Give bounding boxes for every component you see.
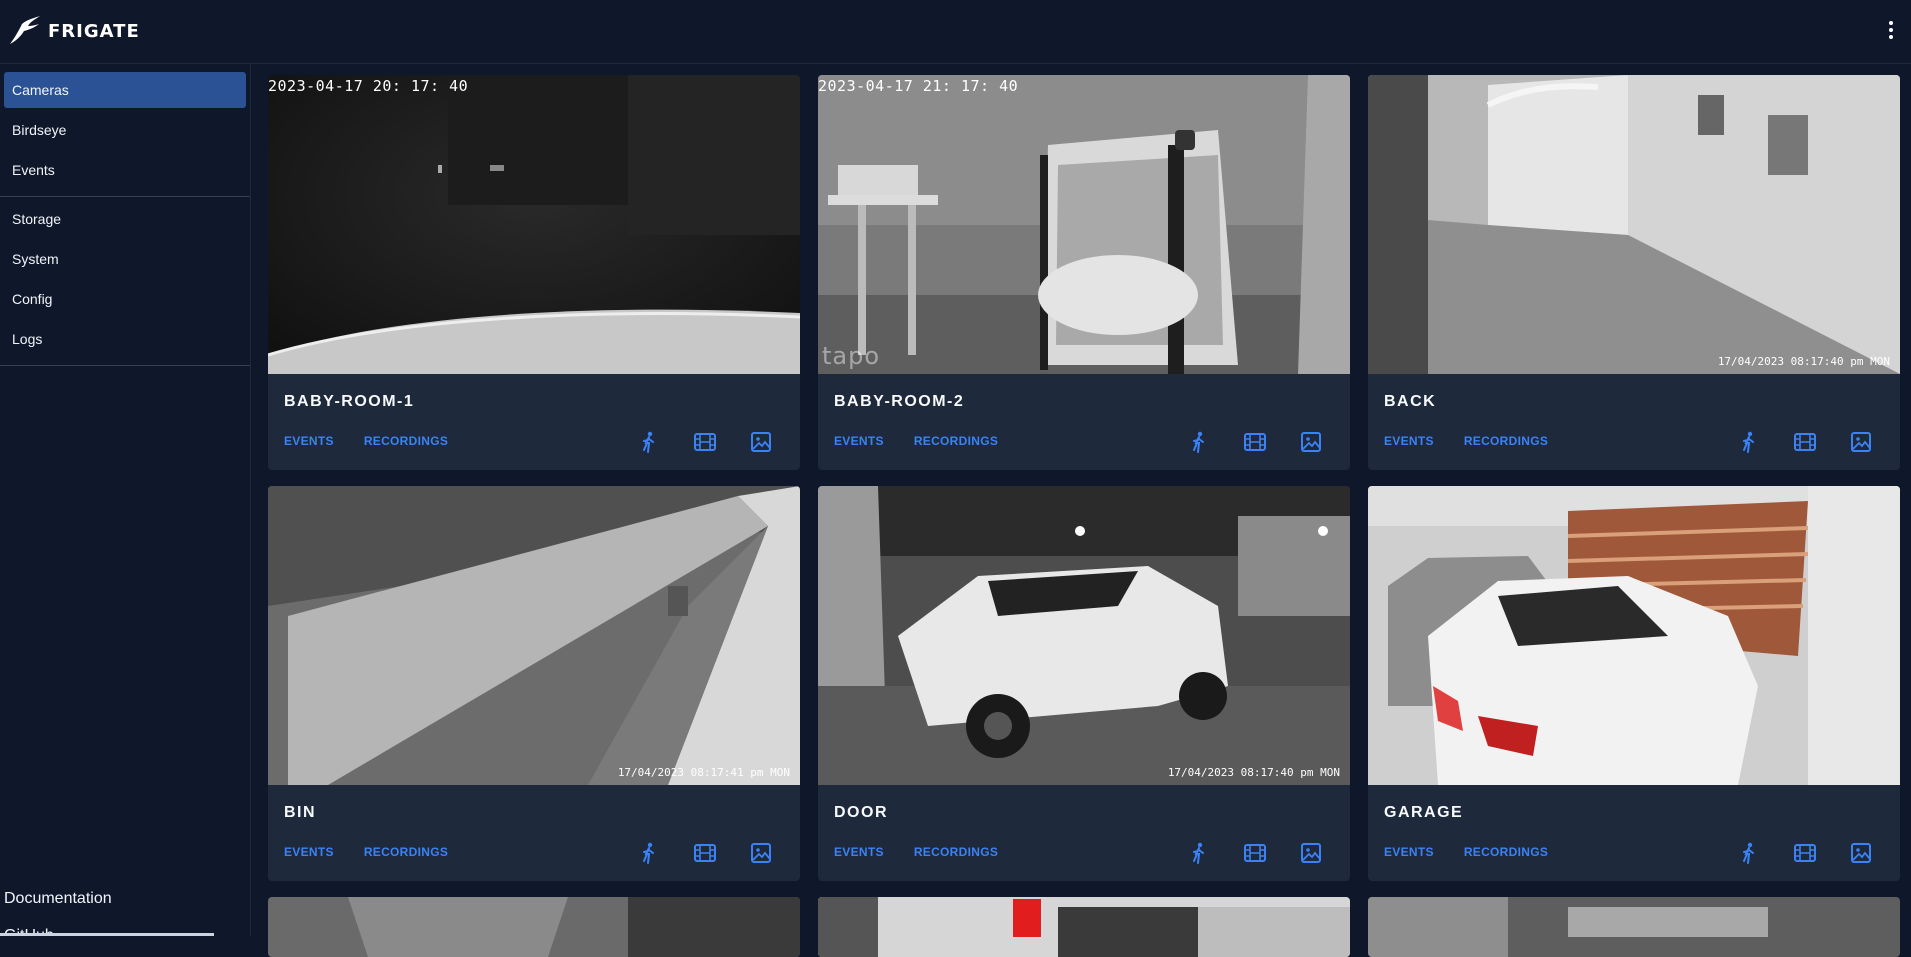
camera-overlay-timestamp: 17/04/2023 08:17:41 pm MON xyxy=(617,766,790,779)
camera-image xyxy=(268,897,800,957)
film-icon[interactable] xyxy=(1240,429,1270,455)
camera-image xyxy=(1368,486,1900,785)
film-icon[interactable] xyxy=(690,429,720,455)
recordings-link[interactable]: RECORDINGS xyxy=(1464,434,1548,448)
camera-name: GARAGE xyxy=(1384,804,1464,821)
sidebar-item-birdseye[interactable]: Birdseye xyxy=(4,112,246,148)
sidebar-item-events[interactable]: Events xyxy=(4,152,246,188)
camera-card-partial[interactable] xyxy=(1368,897,1900,957)
camera-feed[interactable]: 17/04/2023 08:17:40 pm MON xyxy=(1368,75,1900,374)
camera-image xyxy=(1368,75,1900,374)
camera-name: BABY-ROOM-2 xyxy=(834,393,965,410)
app-logo[interactable]: FRIGATE xyxy=(8,14,140,48)
person-walking-icon[interactable] xyxy=(1184,840,1214,866)
camera-feed[interactable]: 2023-04-17 20: 17: 40 xyxy=(268,75,800,374)
camera-name: BABY-ROOM-1 xyxy=(284,393,415,410)
events-link[interactable]: EVENTS xyxy=(284,845,334,859)
camera-card-partial[interactable] xyxy=(818,897,1350,957)
camera-image xyxy=(1368,897,1900,957)
camera-image xyxy=(268,75,800,374)
recordings-link[interactable]: RECORDINGS xyxy=(364,434,448,448)
camera-card-bin: 17/04/2023 08:17:41 pm MON BIN EVENTS RE… xyxy=(268,486,800,881)
app-title: FRIGATE xyxy=(48,20,140,42)
sidebar-item-logs[interactable]: Logs xyxy=(4,321,246,357)
camera-name: DOOR xyxy=(834,804,888,821)
film-icon[interactable] xyxy=(1240,840,1270,866)
recordings-link[interactable]: RECORDINGS xyxy=(914,845,998,859)
camera-grid: 2023-04-17 20: 17: 40 BABY-ROOM-1 EVENTS… xyxy=(268,75,1900,957)
film-icon[interactable] xyxy=(1790,429,1820,455)
sidebar-item-config[interactable]: Config xyxy=(4,281,246,317)
image-icon[interactable] xyxy=(746,429,776,455)
camera-card-garage: GARAGE EVENTS RECORDINGS xyxy=(1368,486,1900,881)
camera-overlay-timestamp: 17/04/2023 08:17:40 pm MON xyxy=(1717,355,1890,368)
person-walking-icon[interactable] xyxy=(634,429,664,455)
camera-card-door: 17/04/2023 08:17:40 pm MON DOOR EVENTS R… xyxy=(818,486,1350,881)
film-icon[interactable] xyxy=(1790,840,1820,866)
recordings-link[interactable]: RECORDINGS xyxy=(364,845,448,859)
events-link[interactable]: EVENTS xyxy=(834,434,884,448)
person-walking-icon[interactable] xyxy=(634,840,664,866)
events-link[interactable]: EVENTS xyxy=(834,845,884,859)
image-icon[interactable] xyxy=(1296,429,1326,455)
image-icon[interactable] xyxy=(746,840,776,866)
sidebar-divider xyxy=(0,196,250,197)
image-icon[interactable] xyxy=(1846,429,1876,455)
sidebar-item-cameras[interactable]: Cameras xyxy=(4,72,246,108)
film-icon[interactable] xyxy=(690,840,720,866)
camera-image xyxy=(268,486,800,785)
image-icon[interactable] xyxy=(1296,840,1326,866)
camera-image xyxy=(818,75,1350,374)
sidebar-item-system[interactable]: System xyxy=(4,241,246,277)
camera-card-baby-room-1: 2023-04-17 20: 17: 40 BABY-ROOM-1 EVENTS… xyxy=(268,75,800,470)
documentation-link[interactable]: Documentation xyxy=(4,890,112,908)
events-link[interactable]: EVENTS xyxy=(1384,845,1434,859)
camera-image xyxy=(818,486,1350,785)
camera-overlay-timestamp: 17/04/2023 08:17:40 pm MON xyxy=(1167,766,1340,779)
sidebar-divider xyxy=(0,365,250,366)
camera-timestamp: 2023-04-17 20: 17: 40 xyxy=(268,77,469,95)
recordings-link[interactable]: RECORDINGS xyxy=(1464,845,1548,859)
camera-feed[interactable] xyxy=(1368,486,1900,785)
camera-watermark: tapo xyxy=(822,342,881,370)
camera-name: BIN xyxy=(284,804,317,821)
person-walking-icon[interactable] xyxy=(1734,840,1764,866)
events-link[interactable]: EVENTS xyxy=(284,434,334,448)
camera-card-baby-room-2: 2023-04-17 21: 17: 40 tapo BABY-ROOM-2 E… xyxy=(818,75,1350,470)
image-icon[interactable] xyxy=(1846,840,1876,866)
camera-card-back: 17/04/2023 08:17:40 pm MON BACK EVENTS R… xyxy=(1368,75,1900,470)
camera-feed[interactable]: 17/04/2023 08:17:40 pm MON xyxy=(818,486,1350,785)
sidebar-item-storage[interactable]: Storage xyxy=(4,201,246,237)
camera-image xyxy=(818,897,1350,957)
camera-timestamp: 2023-04-17 21: 17: 40 xyxy=(818,77,1019,95)
camera-feed[interactable]: 2023-04-17 21: 17: 40 tapo xyxy=(818,75,1350,374)
camera-name: BACK xyxy=(1384,393,1437,410)
camera-feed[interactable]: 17/04/2023 08:17:41 pm MON xyxy=(268,486,800,785)
person-walking-icon[interactable] xyxy=(1184,429,1214,455)
camera-card-partial[interactable] xyxy=(268,897,800,957)
top-bar: FRIGATE xyxy=(0,0,1911,64)
events-link[interactable]: EVENTS xyxy=(1384,434,1434,448)
person-walking-icon[interactable] xyxy=(1734,429,1764,455)
sidebar: Cameras Birdseye Events Storage System C… xyxy=(0,64,251,936)
recordings-link[interactable]: RECORDINGS xyxy=(914,434,998,448)
frigate-bird-icon xyxy=(10,16,40,44)
kebab-menu-icon[interactable] xyxy=(1881,18,1901,42)
